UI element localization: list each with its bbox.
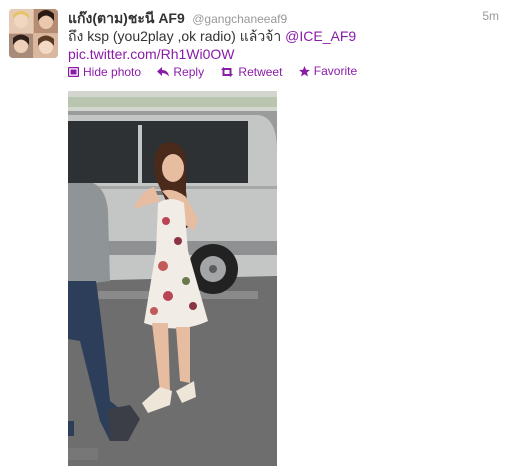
tweet-text: ถึง ksp (you2play ,ok radio) แล้วจ้า @IC… <box>68 27 488 63</box>
photo-image <box>68 91 277 466</box>
hide-photo-button[interactable]: Hide photo <box>68 65 141 79</box>
avatar[interactable] <box>9 9 58 58</box>
tweet-text-body: ถึง ksp (you2play ,ok radio) แล้วจ้า <box>68 28 286 44</box>
reply-label: Reply <box>173 64 205 79</box>
hide-photo-label: Hide photo <box>83 64 142 79</box>
favorite-button[interactable]: Favorite <box>298 64 358 78</box>
retweet-label: Retweet <box>238 64 283 79</box>
reply-button[interactable]: Reply <box>157 65 204 79</box>
timestamp[interactable]: 5m <box>482 9 499 23</box>
retweet-button[interactable]: Retweet <box>220 65 282 79</box>
favorite-label: Favorite <box>313 64 358 78</box>
tweet-actions: Hide photo Reply Retweet Favorite <box>68 64 370 80</box>
reply-icon <box>157 66 170 76</box>
photo-icon <box>68 66 79 77</box>
photo-link[interactable]: pic.twitter.com/Rh1Wi0OW <box>68 46 234 62</box>
tweet-card: แก๊ง(ตาม)ชะนี AF9 @gangchaneeaf9 5m ถึง … <box>0 0 513 472</box>
retweet-icon <box>221 66 234 77</box>
fullname[interactable]: แก๊ง(ตาม)ชะนี AF9 <box>68 10 185 26</box>
username[interactable]: @gangchaneeaf9 <box>192 12 287 26</box>
tweet-header: แก๊ง(ตาม)ชะนี AF9 @gangchaneeaf9 5m <box>68 8 505 26</box>
avatar-collage-image <box>9 9 58 58</box>
mention-link[interactable]: @ICE_AF9 <box>285 28 356 44</box>
tweet-photo[interactable] <box>68 91 277 466</box>
star-icon <box>298 65 310 76</box>
